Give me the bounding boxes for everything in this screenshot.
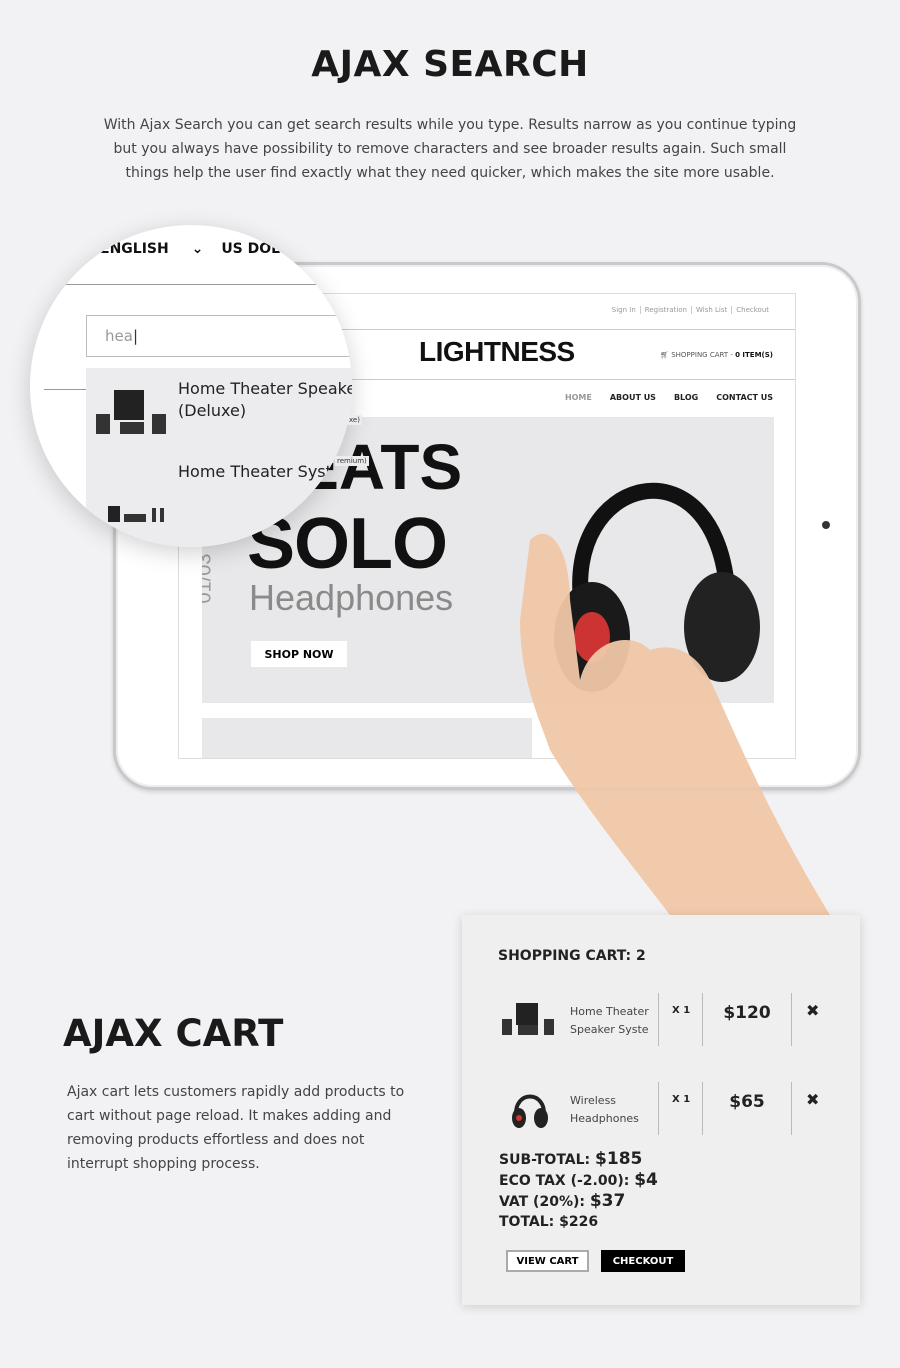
total-label: TOTAL:: [499, 1214, 560, 1230]
nav-about-us[interactable]: ABOUT US: [610, 393, 656, 402]
cart-item-price: $65: [729, 1092, 765, 1112]
cart-item: Home Theater Speaker Syste X 1 $120 ✖: [462, 993, 860, 1083]
second-banner: [202, 718, 532, 758]
subtotal-row: SUB-TOTAL: $185: [499, 1149, 658, 1170]
tablet-search-result-fragment[interactable]: remium): [335, 456, 369, 466]
sign-in-link[interactable]: Sign In: [608, 306, 640, 314]
ajax-search-title: AJAX SEARCH: [311, 44, 589, 85]
shopping-cart-panel: SHOPPING CART: 2 Home Theater Speaker Sy…: [462, 915, 860, 1305]
search-input[interactable]: hea|: [86, 315, 352, 357]
nav-home[interactable]: HOME: [565, 393, 592, 402]
nav-blog[interactable]: BLOG: [674, 393, 698, 402]
cart-totals: SUB-TOTAL: $185 ECO TAX (-2.00): $4 VAT …: [499, 1149, 658, 1232]
theater-system-thumbnail: [108, 506, 164, 522]
ajax-search-description: With Ajax Search you can get search resu…: [103, 117, 797, 181]
speaker-thumbnail: [96, 390, 166, 434]
mini-cart[interactable]: 🛒︎ SHOPPING CART - 0 ITEM(S): [660, 351, 773, 359]
remove-item-icon[interactable]: ✖: [806, 1090, 819, 1109]
top-links: Sign In Registration Wish List Checkout: [608, 306, 773, 314]
slide-counter: 01/03: [202, 553, 216, 604]
header-selectors: ENGLISH ⌄ US DOLLAR ⌄: [100, 241, 352, 257]
cart-item-name: Home Theater Speaker Syste: [570, 1005, 649, 1036]
subtotal-label: SUB-TOTAL:: [499, 1152, 596, 1168]
search-magnifier: ENGLISH ⌄ US DOLLAR ⌄ hea| Home Theater S…: [30, 225, 352, 547]
cart-item-qty: X 1: [672, 1094, 691, 1105]
subtotal-value: $185: [595, 1149, 643, 1169]
divider: [791, 1082, 792, 1135]
registration-link[interactable]: Registration: [639, 306, 691, 314]
checkout-button[interactable]: CHECKOUT: [601, 1250, 685, 1272]
mini-cart-count: 0 ITEM(S): [735, 351, 773, 359]
language-select[interactable]: ENGLISH ⌄: [100, 241, 203, 257]
language-label: ENGLISH: [100, 241, 169, 257]
nav-contact-us[interactable]: CONTACT US: [716, 393, 773, 402]
search-results-dropdown: Home Theater Speaker (Deluxe) Home Theat…: [86, 368, 352, 547]
main-nav: HOME ABOUT US BLOG CONTACT US: [565, 393, 773, 402]
ecotax-row: ECO TAX (-2.00): $4: [499, 1170, 658, 1191]
tablet-search-result-fragment[interactable]: xe): [347, 415, 362, 425]
headphones-thumbnail: [512, 1094, 548, 1128]
currency-select[interactable]: US DOLLAR ⌄: [221, 241, 345, 257]
site-logo[interactable]: LIGHTNESS: [419, 336, 575, 368]
search-result-item[interactable]: Home Theater Speaker (Deluxe): [178, 378, 352, 422]
cart-item-price: $120: [723, 1003, 771, 1023]
view-cart-button[interactable]: VIEW CART: [506, 1250, 589, 1272]
vat-value: $37: [589, 1191, 626, 1211]
ajax-cart-description: Ajax cart lets customers rapidly add pro…: [67, 1084, 405, 1172]
search-result-item[interactable]: Home Theater Syste: [178, 461, 352, 483]
wish-list-link[interactable]: Wish List: [690, 306, 732, 314]
total-value: $226: [559, 1214, 599, 1230]
divider: [791, 993, 792, 1046]
hand-image: [520, 533, 830, 915]
speaker-thumbnail: [502, 1003, 554, 1035]
ecotax-value: $4: [634, 1170, 658, 1190]
cart-item-name: Wireless Headphones: [570, 1094, 639, 1125]
ajax-cart-title: AJAX CART: [63, 1012, 284, 1055]
divider: [702, 1082, 703, 1135]
currency-label: US DOLLAR: [221, 241, 311, 257]
checkout-link[interactable]: Checkout: [731, 306, 773, 314]
total-row: TOTAL: $226: [499, 1212, 658, 1232]
cart-title: SHOPPING CART: 2: [498, 948, 646, 964]
search-value: hea: [105, 327, 133, 345]
shop-now-button[interactable]: SHOP NOW: [251, 641, 347, 667]
vat-label: VAT (20%):: [499, 1194, 590, 1210]
remove-item-icon[interactable]: ✖: [806, 1001, 819, 1020]
divider: [658, 1082, 659, 1135]
divider: [66, 284, 352, 285]
banner-subtitle: Headphones: [249, 577, 454, 618]
ecotax-label: ECO TAX (-2.00):: [499, 1173, 635, 1189]
cart-item-qty: X 1: [672, 1005, 691, 1016]
divider: [702, 993, 703, 1046]
divider: [658, 993, 659, 1046]
vat-row: VAT (20%): $37: [499, 1191, 658, 1212]
mini-cart-label: SHOPPING CART -: [671, 351, 736, 359]
cart-icon: 🛒︎: [660, 351, 672, 359]
